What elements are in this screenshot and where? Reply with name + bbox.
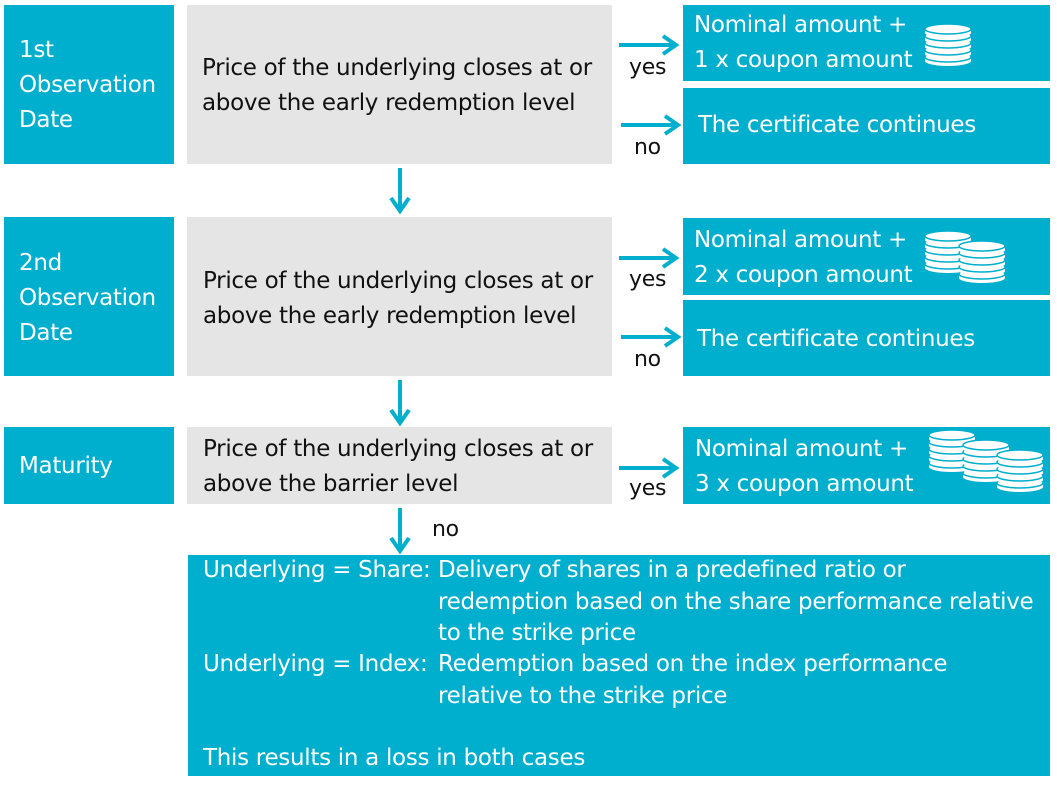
yes-label: yes [629, 476, 667, 501]
coins-icon [924, 23, 972, 66]
arrow-down-icon [389, 380, 411, 427]
arrow-right-icon [619, 34, 680, 56]
no-label: no [634, 135, 661, 160]
result-line: 3 x coupon amount [695, 471, 914, 497]
date-label: 2nd Observation Date [19, 250, 156, 346]
condition-text: Price of the underlying closes at or abo… [203, 436, 593, 497]
arrow-right-icon [621, 114, 682, 136]
maturity-box: Maturity [4, 427, 174, 504]
date-box-1: 1st Observation Date [4, 5, 174, 164]
index-text: Redemption based on the index performanc… [438, 651, 948, 709]
no-result-box-2: The certificate continues [683, 300, 1050, 376]
yes-result-box-3: Nominal amount + 3 x coupon amount [683, 427, 1050, 504]
result-line: 1 x coupon amount [694, 47, 913, 73]
date-label: Maturity [19, 453, 113, 479]
result-line: Nominal amount + [694, 227, 907, 253]
date-label: 1st Observation Date [19, 37, 156, 133]
arrow-right-icon [619, 247, 680, 269]
result-text: The certificate continues [698, 112, 976, 138]
result-line: Nominal amount + [695, 436, 908, 462]
condition-box-2: Price of the underlying closes at or abo… [187, 217, 612, 376]
coins-icon [928, 429, 1044, 492]
yes-result-box-2: Nominal amount + 2 x coupon amount [683, 218, 1050, 295]
share-label: Underlying = Share: [203, 557, 431, 583]
index-label: Underlying = Index: [203, 651, 428, 677]
no-label: no [432, 517, 459, 542]
result-text: The certificate continues [697, 326, 975, 352]
condition-text: Price of the underlying closes at or abo… [202, 55, 592, 116]
coin-stack [958, 240, 1006, 283]
conclusion-text: This results in a loss in both cases [203, 745, 586, 771]
arrow-right-icon [619, 457, 680, 479]
result-line: Nominal amount + [694, 12, 907, 38]
yes-result-box-1: Nominal amount + 1 x coupon amount [683, 5, 1050, 81]
coin-stack [924, 23, 972, 66]
arrow-right-icon [621, 326, 682, 348]
loss-outcome-box: Underlying = Share: Delivery of shares i… [188, 555, 1050, 776]
yes-label: yes [629, 55, 667, 80]
no-label: no [634, 347, 661, 372]
share-text: Delivery of shares in a predefined ratio… [438, 557, 1034, 646]
date-box-2: 2nd Observation Date [4, 217, 174, 376]
coin-stack [996, 449, 1044, 492]
result-line: 2 x coupon amount [694, 262, 913, 288]
condition-text: Price of the underlying closes at or abo… [203, 268, 593, 329]
arrow-down-icon [389, 508, 411, 555]
coins-icon [924, 230, 1006, 283]
condition-box-1: Price of the underlying closes at or abo… [187, 5, 612, 164]
arrow-down-icon [389, 168, 411, 215]
no-result-box-1: The certificate continues [683, 88, 1050, 164]
yes-label: yes [629, 267, 667, 292]
condition-box-3: Price of the underlying closes at or abo… [187, 427, 612, 504]
